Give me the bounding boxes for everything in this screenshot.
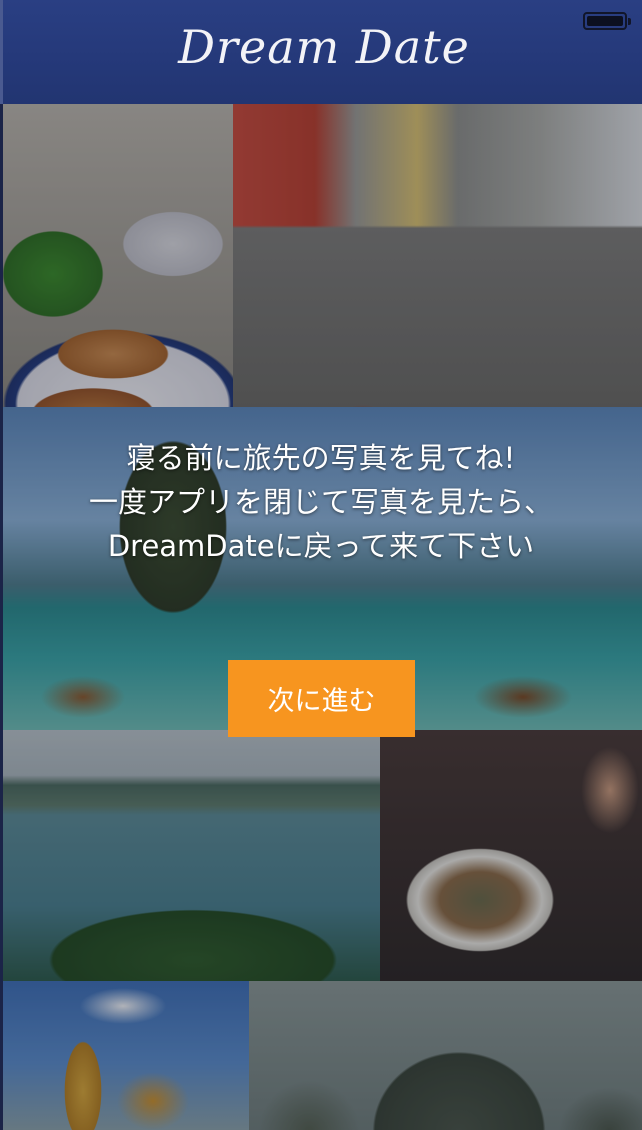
photo-bay-with-junk-boats [3, 730, 380, 981]
battery-icon [583, 12, 631, 30]
instruction-line: DreamDateに戻って来て下さい [107, 529, 535, 563]
photo-karst-mountains [249, 981, 642, 1130]
app-header: Dream Date [0, 0, 642, 104]
photo-golden-temple [3, 981, 249, 1130]
photo-motorbike-street [233, 104, 642, 407]
next-button[interactable]: 次に進む [228, 660, 415, 737]
photo-spring-rolls [3, 104, 233, 407]
instruction-line: 寝る前に旅先の写真を見てね! [126, 441, 516, 475]
app-logo: Dream Date [178, 20, 470, 74]
photo-noodle-bowl [380, 730, 642, 981]
instruction-line: 一度アプリを閉じて写真を見たら、 [88, 485, 553, 519]
instruction-message: 寝る前に旅先の写真を見てね! 一度アプリを閉じて写真を見たら、 DreamDat… [0, 436, 642, 568]
